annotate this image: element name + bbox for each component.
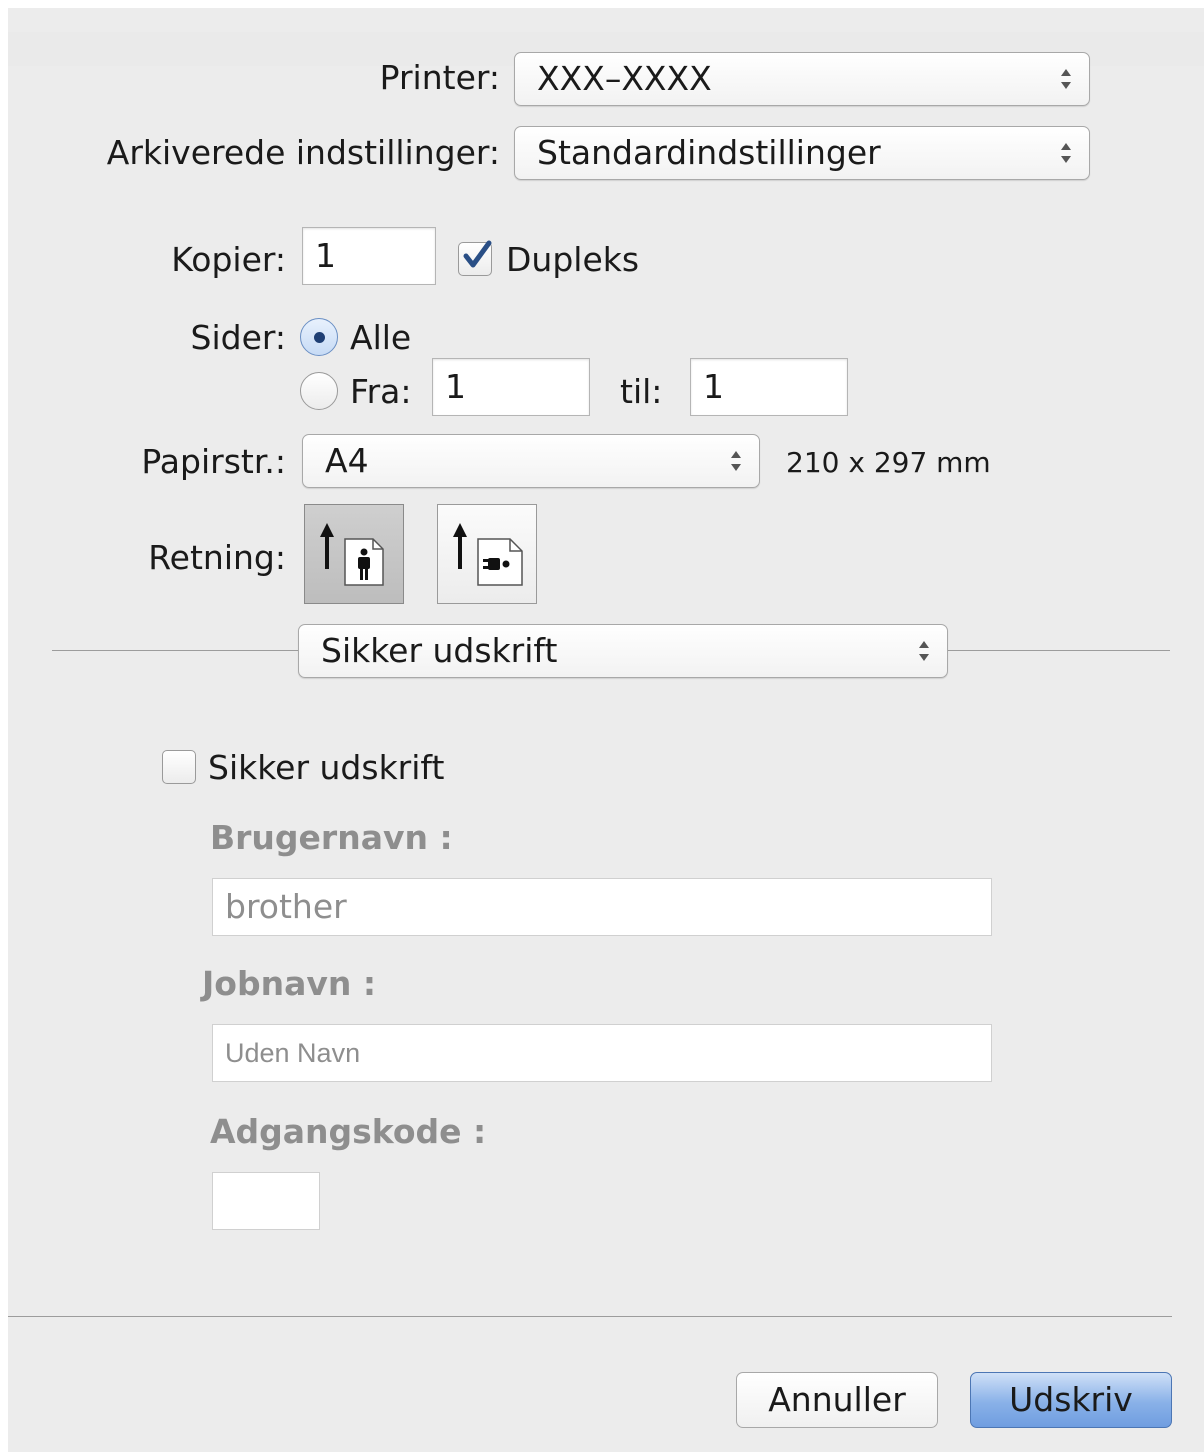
- copies-label: Kopier:: [171, 240, 286, 279]
- print-button[interactable]: Udskriv: [970, 1372, 1172, 1428]
- pages-label: Sider:: [190, 318, 286, 357]
- printer-label: Printer:: [379, 58, 500, 97]
- pages-from-label: Fra:: [350, 372, 412, 411]
- orientation-label: Retning:: [148, 538, 286, 577]
- checkmark-icon: [463, 240, 492, 268]
- landscape-orientation-button[interactable]: [437, 504, 537, 604]
- presets-popup[interactable]: Standardindstillinger: [514, 126, 1090, 180]
- pages-all-label: Alle: [350, 318, 412, 357]
- presets-value: Standardindstillinger: [537, 133, 881, 172]
- duplex-label: Dupleks: [506, 240, 640, 279]
- jobname-label: Jobnavn :: [202, 964, 377, 1003]
- updown-arrows-icon: [731, 451, 741, 471]
- pages-all-radio[interactable]: [300, 318, 338, 356]
- duplex-checkbox[interactable]: [458, 240, 492, 276]
- pages-to-label: til:: [620, 372, 663, 411]
- landscape-icon: [453, 523, 523, 586]
- pages-to-input[interactable]: 1: [690, 358, 848, 416]
- username-input[interactable]: brother: [212, 878, 992, 936]
- print-dialog: [8, 8, 1204, 1452]
- pages-from-radio[interactable]: [300, 372, 338, 410]
- secure-print-checkbox[interactable]: [162, 750, 196, 784]
- username-label: Brugernavn :: [210, 818, 453, 857]
- paper-size-value: A4: [325, 441, 369, 480]
- jobname-input[interactable]: Uden Navn: [212, 1024, 992, 1082]
- panel-selector-popup[interactable]: Sikker udskrift: [298, 624, 948, 678]
- footer-separator: [8, 1316, 1172, 1317]
- printer-value: XXX–XXXX: [537, 59, 712, 98]
- secure-print-label: Sikker udskrift: [208, 748, 445, 787]
- password-label: Adgangskode :: [210, 1112, 487, 1151]
- paper-size-popup[interactable]: A4: [302, 434, 760, 488]
- copies-input[interactable]: 1: [302, 227, 436, 285]
- panel-separator-right: [948, 650, 1170, 651]
- updown-arrows-icon: [1061, 69, 1071, 89]
- portrait-orientation-button[interactable]: [304, 504, 404, 604]
- paper-size-dimensions: 210 x 297 mm: [786, 446, 991, 479]
- paper-size-label: Papirstr.:: [141, 442, 286, 481]
- cancel-button[interactable]: Annuller: [736, 1372, 938, 1428]
- panel-selector-value: Sikker udskrift: [321, 631, 558, 670]
- password-input[interactable]: [212, 1172, 320, 1230]
- updown-arrows-icon: [1061, 143, 1071, 163]
- panel-separator-left: [52, 650, 298, 651]
- pages-from-input[interactable]: 1: [432, 358, 590, 416]
- portrait-icon: [320, 523, 384, 586]
- presets-label: Arkiverede indstillinger:: [106, 133, 500, 172]
- updown-arrows-icon: [919, 641, 929, 661]
- printer-popup[interactable]: XXX–XXXX: [514, 52, 1090, 106]
